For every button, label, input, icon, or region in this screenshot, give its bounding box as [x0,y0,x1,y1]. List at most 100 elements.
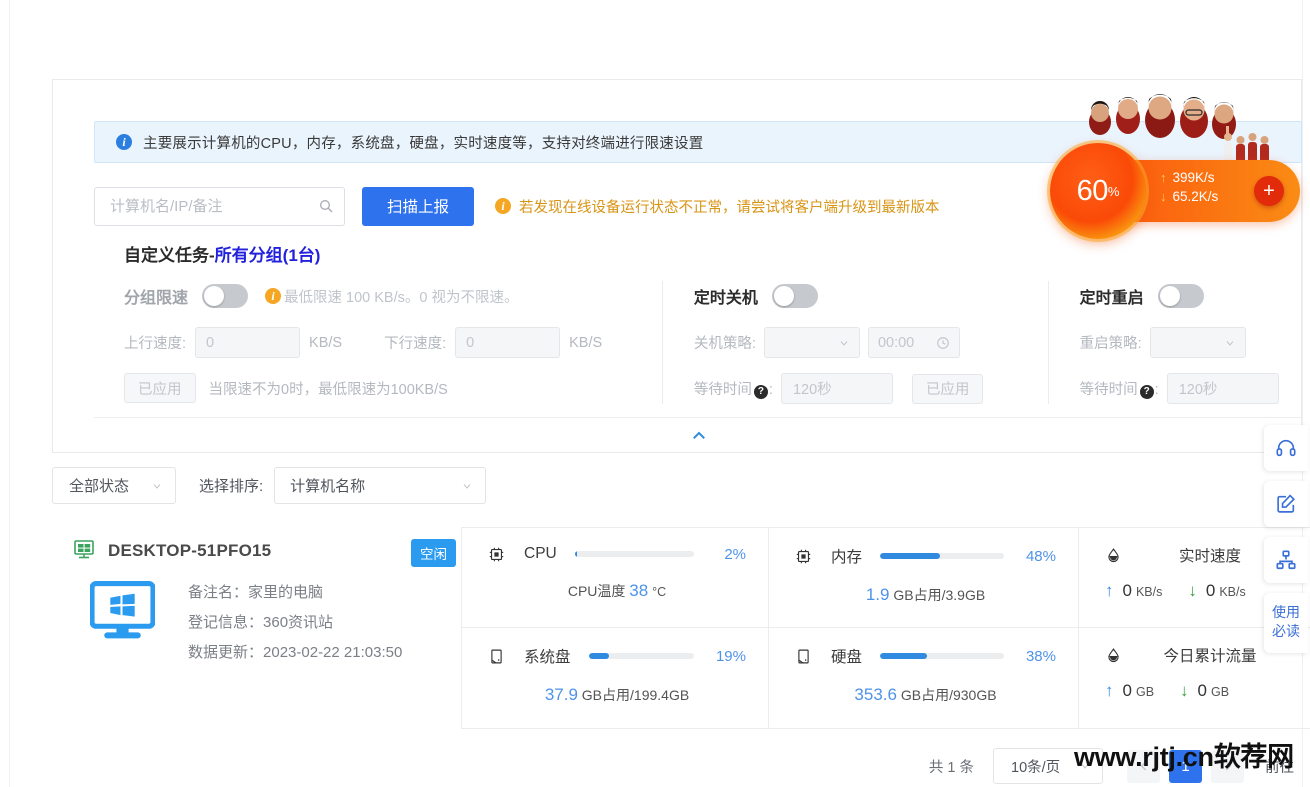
arrow-up-icon: ↑ [1105,681,1114,700]
status-filter-select[interactable]: 全部状态 [52,467,176,504]
scheduled-restart-label: 定时重启 [1079,290,1144,307]
monitor-icon [90,581,155,639]
disk-total: GB占用/930GB [900,687,997,703]
help-icon[interactable]: ? [1139,385,1154,399]
device-row: DESKTOP-51PFO15 空闲 备注名：家里的电脑 登记信息：360资讯站… [52,527,1310,729]
metric-cpu-percent: 2% [724,545,746,563]
metric-memory-used: 1.9 [865,585,890,604]
arrow-up-icon: ↑ [1105,581,1114,600]
speed-limit-apply-row: 已应用 当限速不为0时，最低限速为100KB/S [124,373,662,403]
restart-policy-select[interactable] [1149,327,1246,358]
download-speed-label: 下行速度: [384,336,447,352]
sort-select[interactable]: 计算机名称 [274,467,487,504]
feedback-button[interactable] [1264,481,1308,527]
search-icon[interactable] [318,198,334,214]
group-speed-limit-toggle[interactable] [202,284,249,308]
metric-system-disk: 系统盘 19% 37.9 GB占用/199.4GB [462,628,769,728]
app-page: i 主要展示计算机的CPU，内存，系统盘，硬盘，实时速度等，支持对终端进行限速设… [0,0,1310,787]
restart-wait-input[interactable]: 120秒 [1166,373,1279,404]
shutdown-time-input[interactable]: 00:00 [867,327,960,358]
upload-speed-unit: KB/S [309,334,343,351]
panel-collapse-toggle[interactable] [94,417,1303,453]
chevron-down-icon [1226,340,1234,346]
device-name[interactable]: DESKTOP-51PFO15 [108,541,271,561]
search-toolbar: 扫描上报 i 若发现在线设备运行状态不正常，请尝试将客户端升级到最新版本 [94,186,1194,226]
control-panel-card: i 主要展示计算机的CPU，内存，系统盘，硬盘，实时速度等，支持对终端进行限速设… [52,79,1303,453]
metric-cpu-label: CPU [524,545,557,562]
sort-value: 计算机名称 [290,478,366,495]
scheduled-shutdown-toggle[interactable] [771,284,818,308]
realtime-upload-value: 0 [1122,581,1132,600]
shutdown-time-value: 00:00 [877,334,915,351]
help-icon[interactable]: ? [753,385,768,399]
speed-limit-apply-button[interactable]: 已应用 [124,373,196,403]
usage-guide-button[interactable]: 使用 必读 [1264,593,1308,653]
info-icon: i [116,134,132,150]
today-upload-value: 0 [1122,681,1132,700]
device-body: 备注名：家里的电脑 登记信息：360资讯站 数据更新：2023-02-22 21… [74,581,474,671]
topology-button[interactable] [1264,537,1308,583]
chip-icon [489,547,504,561]
shutdown-wait-label: 等待时间?: [693,382,773,399]
scheduled-restart-header: 定时重启 [1080,281,1310,311]
list-filter-bar: 全部状态 选择排序: 计算机名称 [52,467,487,504]
shutdown-wait-input[interactable]: 120秒 [780,373,893,404]
device-updated-value: 2023-02-22 21:03:50 [263,644,403,661]
metric-memory-sub: 1.9 GB占用/3.9GB [795,585,1056,605]
device-info: DESKTOP-51PFO15 空闲 备注名：家里的电脑 登记信息：360资讯站… [74,539,474,671]
shutdown-policy-row: 关机策略: 00:00 [694,327,1048,358]
scheduled-shutdown-panel: 定时关机 关机策略: 00:00 等待时间 ?: 120秒 已应用 [661,281,1048,404]
status-filter-value: 全部状态 [69,478,130,495]
device-updated: 数据更新：2023-02-22 21:03:50 [188,641,402,662]
restart-policy-row: 重启策略: [1080,327,1310,358]
sitemap-icon [1276,550,1296,570]
usage-guide-line1: 使用 [1272,604,1300,620]
metric-memory-total: GB占用/3.9GB [893,587,986,603]
metric-disk-head: 硬盘 38% [795,645,1056,667]
task-panels: 分组限速 i 最低限速 100 KB/s。0 视为不限速。 上行速度: 0 KB… [114,281,1310,404]
group-speed-limit-label: 分组限速 [124,290,189,307]
upgrade-warning: i 若发现在线设备运行状态不正常，请尝试将客户端升级到最新版本 [495,196,940,217]
metric-system-disk-head: 系统盘 19% [488,645,746,667]
metric-system-disk-percent: 19% [715,647,746,665]
chip-icon [796,549,811,563]
shutdown-apply-button[interactable]: 已应用 [911,373,984,404]
metric-disk-percent: 38% [1025,647,1056,665]
group-speed-limit-hint: i 最低限速 100 KB/s。0 视为不限速。 [265,286,518,307]
realtime-download-unit: KB/s [1219,585,1246,599]
upload-speed-input[interactable]: 0 [195,327,301,358]
chevron-down-icon [153,483,161,489]
shutdown-wait-row: 等待时间?: 120秒 已应用 [694,373,1048,404]
scheduled-restart-panel: 定时重启 重启策略: 等待时间?: 120秒 [1047,281,1310,404]
system-disk-used: 37.9 [544,685,578,704]
metric-disk-bar-fill [880,653,928,659]
disk-used: 353.6 [854,685,897,704]
scan-report-button[interactable]: 扫描上报 [362,186,474,226]
metric-cpu-sub: CPU温度 38 °C [488,581,746,601]
shutdown-policy-select[interactable] [763,327,860,358]
watermark: www.rjtj.cn软荐网 [1074,742,1294,772]
support-button[interactable] [1264,425,1308,471]
page-size-value: 10条/页 [1011,759,1061,776]
system-disk-total: GB占用/199.4GB [581,687,690,703]
chevron-down-icon [840,340,848,346]
today-download-unit: GB [1211,685,1230,699]
headset-icon [1276,439,1296,457]
custom-task-group-link[interactable]: 所有分组(1台) [215,246,321,265]
edit-icon [1277,494,1295,513]
search-box[interactable] [94,186,345,226]
scheduled-restart-toggle[interactable] [1157,284,1204,308]
accelerator-expand-button[interactable]: + [1254,176,1284,206]
search-input[interactable] [108,196,318,216]
today-upload-unit: GB [1135,685,1155,699]
group-speed-limit-panel: 分组限速 i 最低限速 100 KB/s。0 视为不限速。 上行速度: 0 KB… [114,281,662,404]
device-meta: 备注名：家里的电脑 登记信息：360资讯站 数据更新：2023-02-22 21… [188,581,402,671]
metric-cpu-bar [574,551,694,557]
usage-guide-line2: 必读 [1272,623,1300,639]
group-speed-limit-hint-text: 最低限速 100 KB/s。0 视为不限速。 [284,289,519,306]
download-speed-input[interactable]: 0 [455,327,561,358]
status-badge[interactable]: 空闲 [411,539,456,567]
floating-toolbar: 使用 必读 [1264,425,1310,653]
download-speed-unit: KB/S [569,334,603,351]
info-banner-text: 主要展示计算机的CPU，内存，系统盘，硬盘，实时速度等，支持对终端进行限速设置 [143,135,704,152]
